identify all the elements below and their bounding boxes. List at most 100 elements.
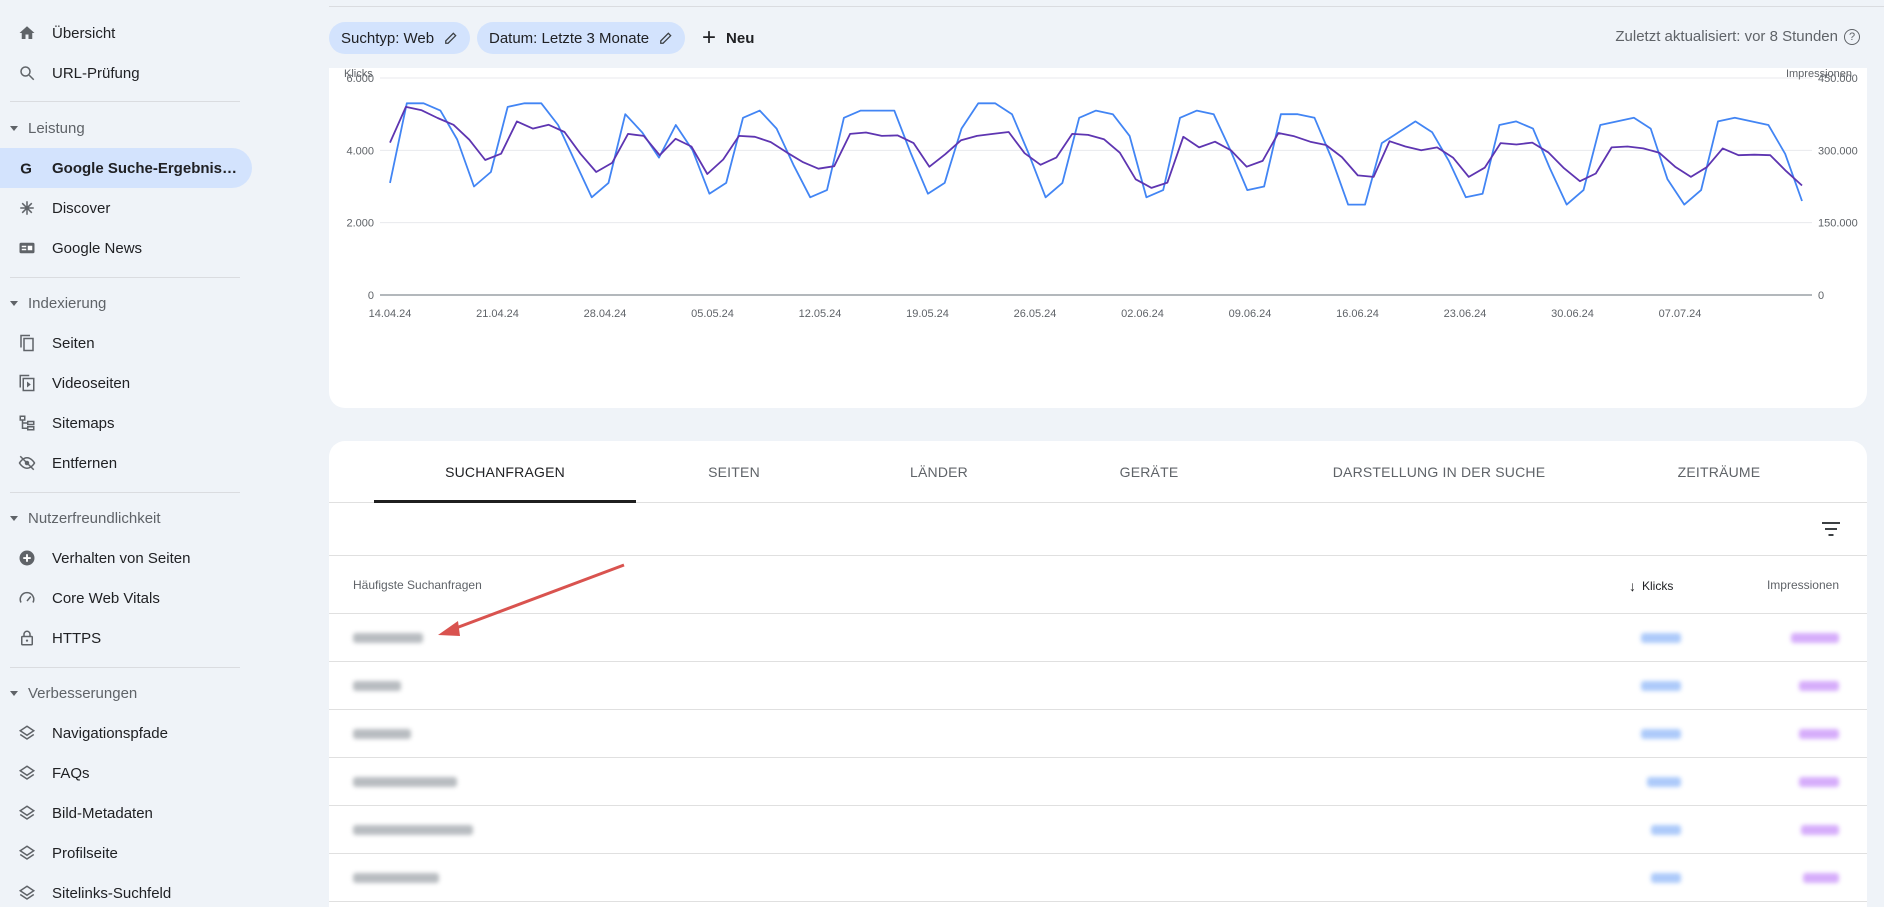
x-tick-label: 28.04.24 xyxy=(584,308,627,320)
help-icon[interactable]: ? xyxy=(1844,28,1860,45)
tab-search-appearance[interactable]: DARSTELLUNG IN DER SUCHE xyxy=(1289,441,1589,503)
x-tick-label: 07.07.24 xyxy=(1659,308,1702,320)
series-line-clicks xyxy=(389,102,1803,206)
sidebar-item-label: Verhalten von Seiten xyxy=(52,549,191,567)
sidebar-section-indexing[interactable]: Indexierung xyxy=(10,291,106,315)
query-cell-redacted xyxy=(353,873,439,883)
last-updated-text: Zuletzt aktualisiert: vor 8 Stunden xyxy=(1615,28,1838,45)
sidebar-item-discover[interactable]: Discover xyxy=(0,188,252,228)
layers-icon xyxy=(18,844,36,862)
table-row[interactable] xyxy=(329,806,1867,854)
sidebar-item-breadcrumbs[interactable]: Navigationspfade xyxy=(0,713,252,753)
section-title: Leistung xyxy=(28,119,85,137)
left-tick-label: 4.000 xyxy=(346,145,374,157)
x-tick-label: 09.06.24 xyxy=(1229,308,1272,320)
series-line-impressions xyxy=(389,106,1803,189)
impressions-cell-redacted xyxy=(1799,729,1839,739)
plus-icon: + xyxy=(702,24,717,51)
layers-icon xyxy=(18,804,36,822)
sidebar-divider xyxy=(10,101,240,102)
sidebar-item-pages[interactable]: Seiten xyxy=(0,323,252,363)
table-row[interactable] xyxy=(329,854,1867,902)
section-title: Nutzerfreundlichkeit xyxy=(28,509,161,527)
x-tick-label: 14.04.24 xyxy=(369,308,412,320)
caret-down-icon xyxy=(10,125,18,131)
sidebar-item-image-metadata[interactable]: Bild-Metadaten xyxy=(0,793,252,833)
sidebar-item-google-news[interactable]: Google News xyxy=(0,228,252,268)
top-divider xyxy=(329,6,1884,7)
chip-label: Suchtyp: Web xyxy=(341,29,435,47)
right-tick-label: 150.000 xyxy=(1818,218,1858,230)
sidebar-item-core-web-vitals[interactable]: Core Web Vitals xyxy=(0,578,252,618)
edit-pencil-icon xyxy=(660,32,672,44)
new-filter-button[interactable]: + Neu xyxy=(702,22,754,54)
query-cell-redacted xyxy=(353,729,411,739)
tab-countries[interactable]: LÄNDER xyxy=(849,441,1029,503)
query-cell-redacted xyxy=(353,681,401,691)
layers-icon xyxy=(18,724,36,742)
x-tick-label: 23.06.24 xyxy=(1444,308,1487,320)
column-header-impressions[interactable]: Impressionen xyxy=(1767,578,1839,592)
clicks-cell-redacted xyxy=(1651,825,1681,835)
column-header-clicks[interactable]: ↓ Klicks xyxy=(1629,578,1673,594)
sidebar-item-label: Google News xyxy=(52,239,143,257)
sidebar-item-label: Discover xyxy=(52,199,111,217)
clicks-cell-redacted xyxy=(1641,633,1681,643)
sidebar-section-experience[interactable]: Nutzerfreundlichkeit xyxy=(10,506,161,530)
sidebar-item-label: Google Suche-Ergebnis… xyxy=(52,159,238,177)
sidebar-item-label: Videoseiten xyxy=(52,374,131,392)
column-header-clicks-label: Klicks xyxy=(1642,579,1674,593)
chip-label: Datum: Letzte 3 Monate xyxy=(489,29,650,47)
x-tick-label: 19.05.24 xyxy=(906,308,949,320)
query-cell-redacted xyxy=(353,825,473,835)
sidebar-item-label: Bild-Metadaten xyxy=(52,804,153,822)
news-icon xyxy=(18,239,36,257)
tab-queries[interactable]: SUCHANFRAGEN xyxy=(374,441,636,503)
new-button-label: Neu xyxy=(726,29,755,47)
query-cell-redacted xyxy=(353,777,457,787)
sidebar-item-removals[interactable]: Entfernen xyxy=(0,443,252,483)
sidebar-item-https[interactable]: HTTPS xyxy=(0,618,252,658)
sidebar-item-label: URL-Prüfung xyxy=(52,64,140,82)
search-type-filter-chip[interactable]: Suchtyp: Web xyxy=(329,22,471,54)
sidebar-item-video-pages[interactable]: Videoseiten xyxy=(0,363,252,403)
eye-off-icon xyxy=(18,454,36,472)
sidebar-divider xyxy=(10,277,240,278)
edit-pencil-icon xyxy=(445,32,457,44)
tab-pages[interactable]: SEITEN xyxy=(659,441,809,503)
clicks-cell-redacted xyxy=(1651,873,1681,883)
sidebar-item-label: Profilseite xyxy=(52,844,118,862)
table-row[interactable] xyxy=(329,710,1867,758)
sidebar-item-sitelinks-searchbox[interactable]: Sitelinks-Suchfeld xyxy=(0,873,252,907)
clicks-cell-redacted xyxy=(1641,729,1681,739)
right-tick-label: 300.000 xyxy=(1818,145,1858,157)
section-title: Indexierung xyxy=(28,294,107,312)
sidebar-item-overview[interactable]: Übersicht xyxy=(0,13,252,53)
x-tick-label: 26.05.24 xyxy=(1014,308,1057,320)
home-icon xyxy=(18,24,36,42)
sidebar-item-sitemaps[interactable]: Sitemaps xyxy=(0,403,252,443)
sidebar-item-label: FAQs xyxy=(52,764,90,782)
caret-down-icon xyxy=(10,690,18,696)
dimension-tabs: SUCHANFRAGEN SEITEN LÄNDER GERÄTE DARSTE… xyxy=(329,441,1867,503)
sidebar-item-faqs[interactable]: FAQs xyxy=(0,753,252,793)
sidebar-item-google-search[interactable]: G Google Suche-Ergebnis… xyxy=(0,148,252,188)
sidebar-section-performance[interactable]: Leistung xyxy=(10,116,85,140)
sidebar-item-url-inspection[interactable]: URL-Prüfung xyxy=(0,53,252,93)
sidebar-divider xyxy=(10,667,240,668)
section-title: Verbesserungen xyxy=(28,684,138,702)
date-filter-chip[interactable]: Datum: Letzte 3 Monate xyxy=(477,22,686,54)
tab-dates[interactable]: ZEITRÄUME xyxy=(1629,441,1809,503)
sidebar-item-profile-page[interactable]: Profilseite xyxy=(0,833,252,873)
table-row[interactable] xyxy=(329,758,1867,806)
tab-devices[interactable]: GERÄTE xyxy=(1064,441,1234,503)
table-filter-row xyxy=(329,503,1867,556)
queries-table-card: SUCHANFRAGEN SEITEN LÄNDER GERÄTE DARSTE… xyxy=(329,441,1867,907)
right-tick-label: 0 xyxy=(1818,290,1824,302)
video-pages-icon xyxy=(18,374,36,392)
sidebar-section-enhancements[interactable]: Verbesserungen xyxy=(10,681,137,705)
sidebar-item-page-experience[interactable]: Verhalten von Seiten xyxy=(0,538,252,578)
impressions-cell-redacted xyxy=(1799,681,1839,691)
last-updated: Zuletzt aktualisiert: vor 8 Stunden ? xyxy=(1615,28,1860,45)
filter-icon[interactable] xyxy=(1821,521,1841,537)
